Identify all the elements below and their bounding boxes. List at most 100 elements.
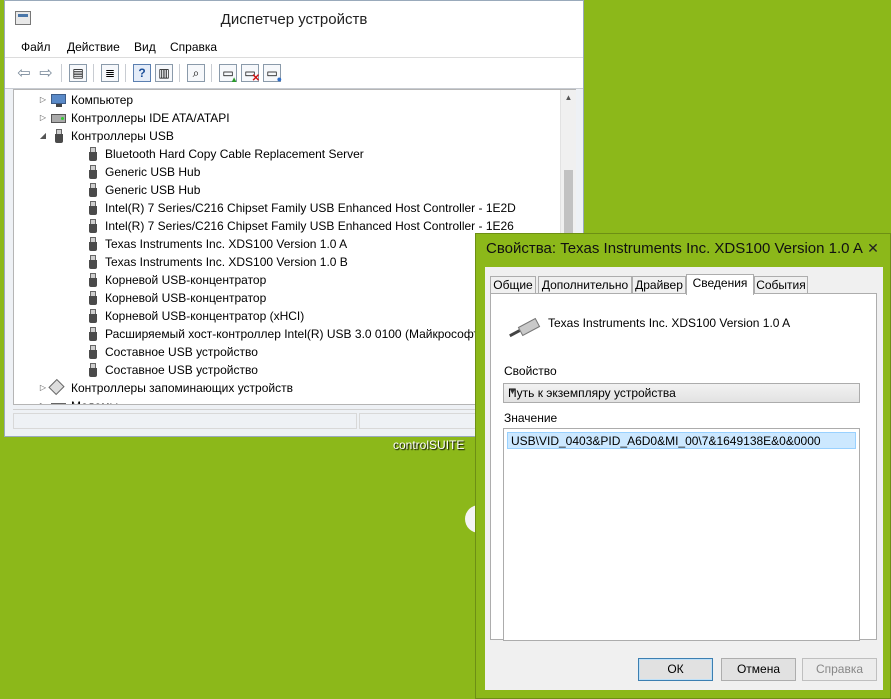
expand-icon[interactable]: ▷ (38, 379, 48, 397)
tree-device[interactable]: Texas Instruments Inc. XDS100 Version 1.… (14, 253, 554, 271)
details-panel: Texas Instruments Inc. XDS100 Version 1.… (490, 293, 877, 641)
tree-label: Контроллеры запоминающих устройств (71, 381, 293, 395)
tab-details[interactable]: Сведения (686, 274, 754, 295)
usb-device-icon (85, 255, 100, 269)
value-text: USB\VID_0403&PID_A6D0&MI_00\7&1649138E&0… (511, 434, 821, 448)
menu-help[interactable]: Справка (170, 40, 217, 54)
tree-label: Texas Instruments Inc. XDS100 Version 1.… (105, 255, 348, 269)
tree-label: Расширяемый хост-контроллер Intel(R) USB… (105, 327, 483, 341)
tree-label: Модемы (71, 397, 118, 404)
tree-device[interactable]: Корневой USB-концентратор (14, 271, 554, 289)
desktop-icon-label[interactable]: controlSUITE (393, 438, 464, 452)
expand-icon[interactable]: ▷ (38, 91, 48, 109)
dialog-title: Свойства: Texas Instruments Inc. XDS100 … (486, 240, 863, 257)
tab-general[interactable]: Общие (490, 276, 536, 294)
usb-device-icon (85, 273, 100, 287)
toolbar-separator (125, 64, 126, 82)
tree-category[interactable]: ▷ Контроллеры запоминающих устройств (14, 378, 554, 397)
scan-hardware-icon[interactable]: ⌕ (187, 64, 205, 82)
properties-icon[interactable]: ≣ (101, 64, 119, 82)
value-item[interactable]: USB\VID_0403&PID_A6D0&MI_00\7&1649138E&0… (507, 432, 856, 449)
close-icon[interactable]: ✕ (858, 238, 888, 258)
help-button[interactable]: Справка (802, 658, 877, 681)
tree-label: Generic USB Hub (105, 183, 201, 197)
tree-device[interactable]: Расширяемый хост-контроллер Intel(R) USB… (14, 325, 554, 343)
scroll-up-icon[interactable]: ▲ (561, 90, 576, 106)
usb-device-icon (85, 363, 100, 377)
disable-device-icon[interactable]: ▭ (241, 64, 260, 84)
tree-category[interactable]: ▷ Компьютер (14, 91, 554, 109)
ok-button[interactable]: ОК (638, 658, 713, 681)
status-cell (359, 413, 479, 429)
toolbar-separator (211, 64, 212, 82)
uninstall-device-icon[interactable]: ▭ (263, 64, 282, 84)
tree-label: Intel(R) 7 Series/C216 Chipset Family US… (105, 201, 516, 215)
tree-device[interactable]: Составное USB устройство (14, 361, 554, 379)
usb-device-icon (509, 317, 541, 339)
usb-device-icon (85, 201, 100, 215)
menu-bar: Файл Действие Вид Справка (5, 37, 583, 58)
collapse-icon[interactable]: ◢ (38, 127, 48, 145)
menu-file[interactable]: Файл (21, 40, 51, 54)
usb-device-icon (85, 147, 100, 161)
usb-controller-icon (51, 129, 66, 143)
usb-device-icon (85, 309, 100, 323)
tree-label: Контроллеры IDE ATA/ATAPI (71, 111, 230, 125)
back-icon[interactable]: ⇦ (15, 64, 33, 82)
tree-device[interactable]: Generic USB Hub (14, 181, 554, 199)
dialog-body: Общие Дополнительно Драйвер Сведения Соб… (485, 267, 883, 690)
update-driver-icon[interactable]: ▭ (219, 64, 238, 84)
action-pane-icon[interactable]: ▥ (155, 64, 173, 82)
show-hide-console-tree-icon[interactable]: ▤ (69, 64, 87, 82)
status-cell (13, 413, 357, 429)
tree-category[interactable]: ▷ Модемы (14, 397, 554, 404)
value-label: Значение (504, 411, 558, 425)
menu-action[interactable]: Действие (67, 40, 120, 54)
tree-device[interactable]: Texas Instruments Inc. XDS100 Version 1.… (14, 235, 554, 253)
tree-label: Intel(R) 7 Series/C216 Chipset Family US… (105, 219, 514, 233)
device-name: Texas Instruments Inc. XDS100 Version 1.… (548, 316, 791, 330)
computer-icon (51, 94, 66, 107)
storage-controller-icon (48, 378, 65, 396)
modem-icon (51, 403, 66, 404)
usb-device-icon (85, 183, 100, 197)
menu-view[interactable]: Вид (134, 40, 156, 54)
ide-controller-icon (51, 114, 66, 123)
help-icon[interactable]: ? (133, 64, 151, 82)
toolbar-separator (179, 64, 180, 82)
tree-device[interactable]: Generic USB Hub (14, 163, 554, 181)
tree-label: Составное USB устройство (105, 345, 258, 359)
tree-device[interactable]: Bluetooth Hard Copy Cable Replacement Se… (14, 145, 554, 163)
value-list[interactable]: USB\VID_0403&PID_A6D0&MI_00\7&1649138E&0… (503, 428, 860, 641)
tree-label: Компьютер (71, 93, 134, 107)
property-select[interactable]: Путь к экземпляру устройства ▼ (503, 383, 860, 403)
usb-device-icon (85, 165, 100, 179)
tree-label: Bluetooth Hard Copy Cable Replacement Se… (105, 147, 364, 161)
toolbar-separator (61, 64, 62, 82)
tree-label: Generic USB Hub (105, 165, 201, 179)
tab-advanced[interactable]: Дополнительно (538, 276, 632, 294)
properties-dialog: Свойства: Texas Instruments Inc. XDS100 … (475, 233, 891, 699)
tree-category[interactable]: ▷ Контроллеры IDE ATA/ATAPI (14, 109, 554, 127)
tree-device[interactable]: Intel(R) 7 Series/C216 Chipset Family US… (14, 199, 554, 217)
expand-icon[interactable]: ▷ (38, 109, 48, 127)
cancel-button[interactable]: Отмена (721, 658, 796, 681)
tab-events[interactable]: События (754, 276, 808, 294)
chevron-down-icon: ▼ (508, 386, 517, 396)
forward-icon[interactable]: ⇨ (37, 64, 55, 82)
expand-icon[interactable]: ▷ (38, 397, 48, 404)
property-label: Свойство (504, 364, 557, 378)
usb-device-icon (85, 219, 100, 233)
tree-device[interactable]: Корневой USB-концентратор (14, 289, 554, 307)
tab-driver[interactable]: Драйвер (632, 276, 686, 294)
usb-device-icon (85, 345, 100, 359)
tree-label: Texas Instruments Inc. XDS100 Version 1.… (105, 237, 348, 251)
title-bar[interactable]: Диспетчер устройств (5, 1, 583, 37)
tree-device[interactable]: Составное USB устройство (14, 343, 554, 361)
tree-device[interactable]: Intel(R) 7 Series/C216 Chipset Family US… (14, 217, 554, 235)
usb-device-icon (85, 291, 100, 305)
tree-category[interactable]: ◢ Контроллеры USB (14, 127, 554, 145)
toolbar-separator (93, 64, 94, 82)
tree-device[interactable]: Корневой USB-концентратор (xHCI) (14, 307, 554, 325)
tree-label: Корневой USB-концентратор (105, 273, 267, 287)
